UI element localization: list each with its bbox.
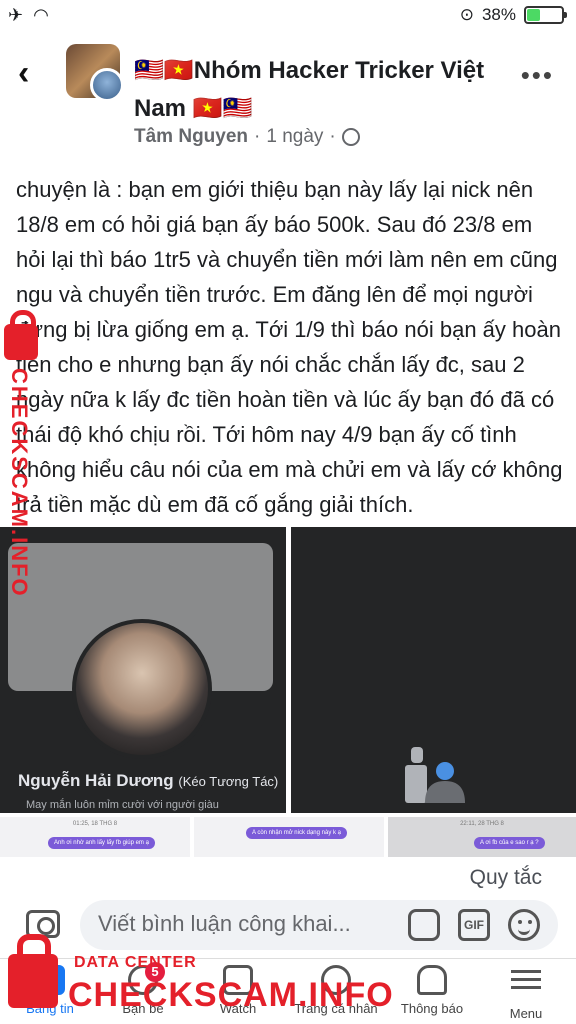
thumbnail-message: A còn nhận mở nick dạng này k ạ <box>246 827 347 839</box>
lock-icon <box>4 310 38 360</box>
author-name[interactable]: Tâm Nguyen <box>134 126 248 148</box>
side-watermark-text: CHECKSCAM.INFO <box>7 368 32 598</box>
post-header: ‹ 🇲🇾🇻🇳Nhóm Hacker Tricker Việt Nam 🇻🇳🇲🇾 … <box>0 30 576 170</box>
post-meta: Tâm Nguyen · 1 ngày · <box>134 126 360 148</box>
author-avatar[interactable] <box>90 68 124 102</box>
watermark-data-center: DATA CENTER <box>74 954 197 971</box>
more-options-icon[interactable]: ••• <box>521 60 554 91</box>
profile-card-name: Nguyễn Hải Dương (Kéo Tương Tác) <box>18 771 278 791</box>
thumbnail-strip: 01:25, 18 THG 8 Anh ơi nhờ anh lấy lấy f… <box>0 817 576 857</box>
thumbnail-1[interactable]: 01:25, 18 THG 8 Anh ơi nhờ anh lấy lấy f… <box>0 817 190 857</box>
globe-icon <box>341 128 360 146</box>
nav-item-notifications[interactable]: Thông báo <box>382 965 482 1016</box>
thumbnail-time: 01:25, 18 THG 8 <box>72 821 118 827</box>
meta-separator: · <box>329 126 336 147</box>
bell-icon <box>417 965 447 995</box>
post-text: chuyện là : bạn em giới thiệu bạn này lấ… <box>16 177 563 517</box>
nav-label: Thông báo <box>400 1001 464 1016</box>
gif-icon[interactable]: GIF <box>458 909 490 941</box>
thumbnail-2[interactable]: A còn nhận mở nick dạng này k ạ <box>194 817 384 857</box>
nav-label: Menu <box>509 1006 543 1021</box>
meta-separator: · <box>254 126 261 147</box>
airplane-icon: ✈ <box>8 5 24 25</box>
profile-bio: May mắn luôn mỉm cười với người giàu <box>26 799 219 811</box>
post-time[interactable]: 1 ngày <box>266 126 323 148</box>
rules-link[interactable]: Quy tắc <box>470 866 542 890</box>
status-left: ✈ ◠ <box>8 5 49 26</box>
wifi-icon: ◠ <box>33 5 49 25</box>
post-image-dark[interactable] <box>291 527 576 813</box>
thumbnail-3[interactable]: 22:11, 28 THG 8 A ơi fb của e sao r ạ ? <box>388 817 576 857</box>
rotation-lock-icon: ⊙ <box>459 5 474 24</box>
status-bar: ✈ ◠ ⊙ 38% <box>0 0 576 30</box>
nav-item-menu[interactable]: Menu <box>476 965 576 1021</box>
lock-icon <box>8 934 58 1008</box>
battery-fill <box>527 9 540 21</box>
group-name[interactable]: 🇲🇾🇻🇳Nhóm Hacker Tricker Việt Nam 🇻🇳🇲🇾 <box>134 52 514 128</box>
sticker-icon[interactable] <box>408 909 440 941</box>
bottom-watermark: DATA CENTER CHECKSCAM.INFO <box>0 934 393 1024</box>
battery-percent: 38% <box>481 5 516 24</box>
comment-input[interactable] <box>98 911 398 937</box>
profile-name: Nguyễn Hải Dương <box>18 771 174 790</box>
side-watermark: CHECKSCAM.INFO <box>4 308 44 598</box>
status-right: ⊙ 38% <box>459 5 567 25</box>
people-icon <box>405 747 465 803</box>
comment-box[interactable]: GIF <box>80 900 558 950</box>
emoji-icon[interactable] <box>508 909 540 941</box>
thumbnail-message: Anh ơi nhờ anh lấy lấy fb giúp em ạ <box>48 837 155 849</box>
thumbnail-message: A ơi fb của e sao r ạ ? <box>474 837 545 849</box>
hamburger-icon <box>511 970 541 1000</box>
battery-icon <box>524 6 567 24</box>
thumbnail-time: 22:11, 28 THG 8 <box>460 821 504 827</box>
profile-picture <box>72 619 212 759</box>
post-body: chuyện là : bạn em giới thiệu bạn này lấ… <box>16 172 566 522</box>
watermark-brand: CHECKSCAM.INFO <box>68 976 394 1014</box>
back-icon[interactable]: ‹ <box>18 54 29 93</box>
profile-name-suffix: (Kéo Tương Tác) <box>178 774 279 789</box>
